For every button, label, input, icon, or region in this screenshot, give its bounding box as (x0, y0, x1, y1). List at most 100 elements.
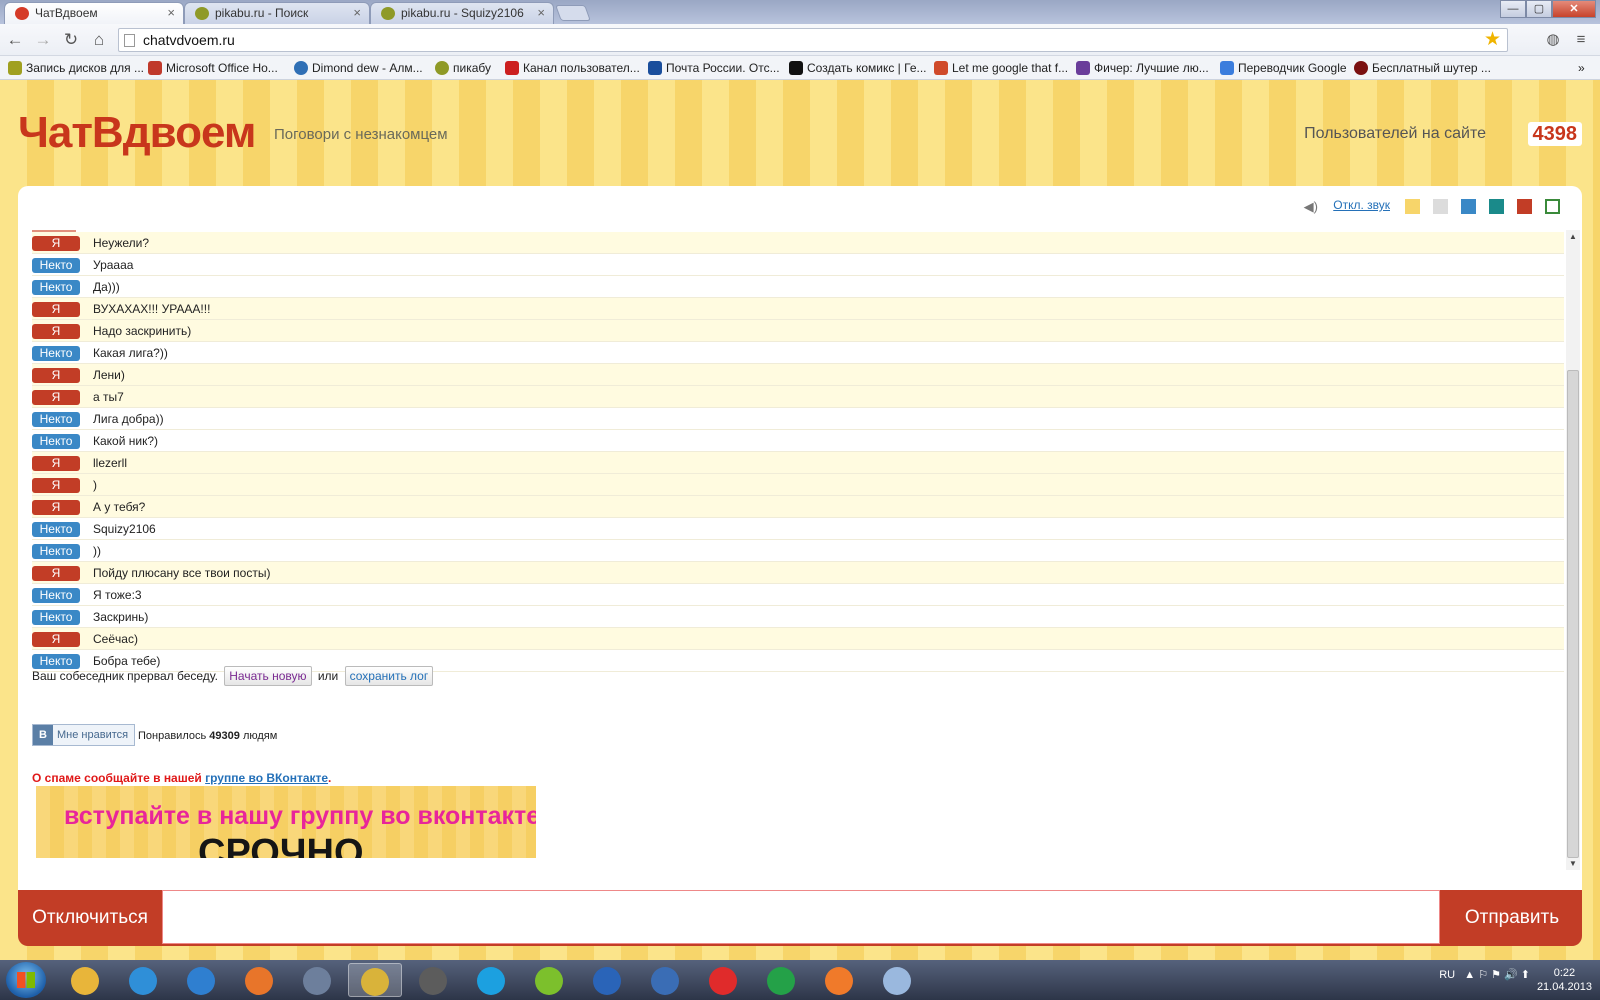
bookmark-label: Запись дисков для ... (26, 61, 145, 75)
bookmark-item[interactable]: Dimond dew - Алм... (294, 59, 423, 77)
mail-agent-icon (767, 967, 795, 996)
start-button[interactable] (6, 962, 46, 998)
clock[interactable]: 0:22 21.04.2013 (1537, 966, 1592, 994)
tab-pikabu-search[interactable]: pikabu.ru - Поиск × (184, 2, 370, 24)
new-tab-button[interactable] (555, 5, 591, 21)
sender-badge-other: Некто (32, 588, 80, 603)
theme-swatch-blue[interactable] (1461, 199, 1476, 214)
bookmark-item[interactable]: пикабу (435, 59, 491, 77)
taskbar-app-ie[interactable] (174, 963, 228, 997)
new-chat-button[interactable]: Начать новую (224, 666, 312, 686)
chat-message-row: Некто Squizy2106 (32, 518, 1564, 540)
taskbar-app-paint[interactable] (870, 963, 924, 997)
bookmark-label: Let me google that f... (952, 61, 1069, 75)
site-logo[interactable]: ЧатВдвоем (18, 108, 256, 158)
chat-message-row: Я А у тебя? (32, 496, 1564, 518)
bookmark-item[interactable]: Фичер: Лучшие лю... (1076, 59, 1209, 77)
theme-swatch-teal[interactable] (1489, 199, 1504, 214)
chat-message-row: Яllezerll (32, 452, 1564, 474)
extension-icon[interactable]: ◍ (1542, 29, 1564, 51)
home-icon[interactable]: ⌂ (88, 29, 110, 51)
bookmark-favicon-icon (294, 61, 308, 75)
chat-message-text: Какая лига?)) (93, 346, 168, 360)
message-input[interactable] (162, 890, 1440, 944)
bookmark-item[interactable]: Канал пользовател... (505, 59, 640, 77)
taskbar-app-app-green[interactable] (522, 963, 576, 997)
tab-pikabu-profile[interactable]: pikabu.ru - Squizy2106 × (370, 2, 554, 24)
menu-wrench-icon[interactable]: ≡ (1570, 29, 1592, 51)
likes-prefix: Понравилось (138, 730, 207, 742)
close-window-button[interactable]: ✕ (1552, 0, 1596, 18)
scroll-up-icon[interactable]: ▲ (1566, 232, 1580, 241)
taskbar-app-wot[interactable] (406, 963, 460, 997)
language-indicator[interactable]: RU (1439, 969, 1455, 981)
taskbar-app-chrome[interactable] (348, 963, 402, 997)
taskbar-app-game[interactable] (290, 963, 344, 997)
taskbar-app-mail-agent[interactable] (754, 963, 808, 997)
address-input[interactable] (143, 31, 1473, 49)
users-online-label: Пользователей на сайте (1304, 125, 1486, 142)
bookmark-item[interactable]: Бесплатный шутер ... (1354, 59, 1491, 77)
bookmark-favicon-icon (648, 61, 662, 75)
chat-scrollbar[interactable]: ▲ ▼ (1566, 230, 1580, 870)
bookmark-item[interactable]: Создать комикс | Ге... (789, 59, 927, 77)
maximize-button[interactable]: ▢ (1526, 0, 1552, 18)
taskbar-app-explorer[interactable] (58, 963, 112, 997)
chat-message-text: а ты7 (93, 390, 124, 404)
explorer-icon (71, 967, 99, 996)
bookmark-item[interactable]: Запись дисков для ... (8, 59, 144, 77)
sender-badge-me: Я (32, 390, 80, 405)
minimize-button[interactable]: — (1500, 0, 1526, 18)
tab-label: pikabu.ru - Squizy2106 (401, 6, 524, 20)
tab-close-icon[interactable]: × (537, 3, 545, 23)
system-tray: RU ▲ ⚐ ⚑ 🔊 ⬆ (1439, 968, 1530, 981)
taskbar-app-skype[interactable] (464, 963, 518, 997)
taskbar-app-app-blue[interactable] (580, 963, 634, 997)
taskbar-app-yandex[interactable] (696, 963, 750, 997)
sender-badge-me: Я (32, 236, 80, 251)
excel-export-icon[interactable] (1545, 199, 1560, 214)
theme-swatch-yellow[interactable] (1405, 199, 1420, 214)
tab-chatvdvoem[interactable]: ЧатВдвоем × (4, 2, 184, 24)
taskbar-app-firefox[interactable] (232, 963, 286, 997)
chat-message-text: Да))) (93, 280, 120, 294)
bookmark-item[interactable]: Переводчик Google (1220, 59, 1347, 77)
sound-toggle-link[interactable]: Откл. звук (1333, 198, 1390, 212)
app-blue-icon (593, 967, 621, 996)
bookmark-label: Канал пользовател... (523, 61, 640, 75)
sender-badge-me: Я (32, 368, 80, 383)
chat-message-text: ВУХАХАХ!!! УРААА!!! (93, 302, 211, 316)
taskbar-app-origin[interactable] (812, 963, 866, 997)
vk-like-button[interactable]: В Мне нравится (32, 724, 136, 746)
tray-icons[interactable]: ▲ ⚐ ⚑ 🔊 ⬆ (1464, 969, 1530, 981)
send-button[interactable]: Отправить (1442, 890, 1582, 946)
chat-panel: ◀) Откл. звук Я Неужели? Некто Ураааа Некто Д… (18, 186, 1582, 890)
sender-badge-other: Некто (32, 544, 80, 559)
chat-ended-text: Ваш собеседник прервал беседу. (32, 669, 218, 683)
bookmark-star-icon[interactable]: ★ (1484, 29, 1501, 51)
scroll-down-icon[interactable]: ▼ (1566, 859, 1580, 868)
bookmark-item[interactable]: Let me google that f... (934, 59, 1068, 77)
chat-message-row: Некто Лига добра)) (32, 408, 1564, 430)
scrollbar-thumb[interactable] (1567, 370, 1579, 858)
bookmark-item[interactable]: Почта России. Отс... (648, 59, 780, 77)
bookmark-item[interactable]: Microsoft Office Но... (148, 59, 278, 77)
disconnect-button[interactable]: Отключиться (18, 890, 162, 946)
tab-close-icon[interactable]: × (167, 3, 175, 23)
chat-message-text: Неужели? (93, 236, 150, 250)
sender-badge-me: Я (32, 632, 80, 647)
taskbar-app-safari[interactable] (116, 963, 170, 997)
safari-icon (129, 967, 157, 996)
back-icon[interactable]: ← (4, 29, 26, 51)
taskbar-app-app-k[interactable] (638, 963, 692, 997)
reload-icon[interactable]: ↻ (60, 29, 82, 51)
save-log-button[interactable]: сохранить лог (344, 666, 434, 686)
address-bar[interactable]: ★ (118, 28, 1508, 52)
promo-banner[interactable]: вступайте в нашу группу во вконтакте СРО… (36, 786, 536, 858)
tab-close-icon[interactable]: × (353, 3, 361, 23)
theme-swatch-gray[interactable] (1433, 199, 1448, 214)
theme-swatch-red[interactable] (1517, 199, 1532, 214)
forward-icon[interactable]: → (32, 29, 54, 51)
vk-group-link[interactable]: группе во ВКонтакте (205, 771, 328, 785)
bookmarks-overflow-button[interactable]: » (1578, 59, 1585, 77)
